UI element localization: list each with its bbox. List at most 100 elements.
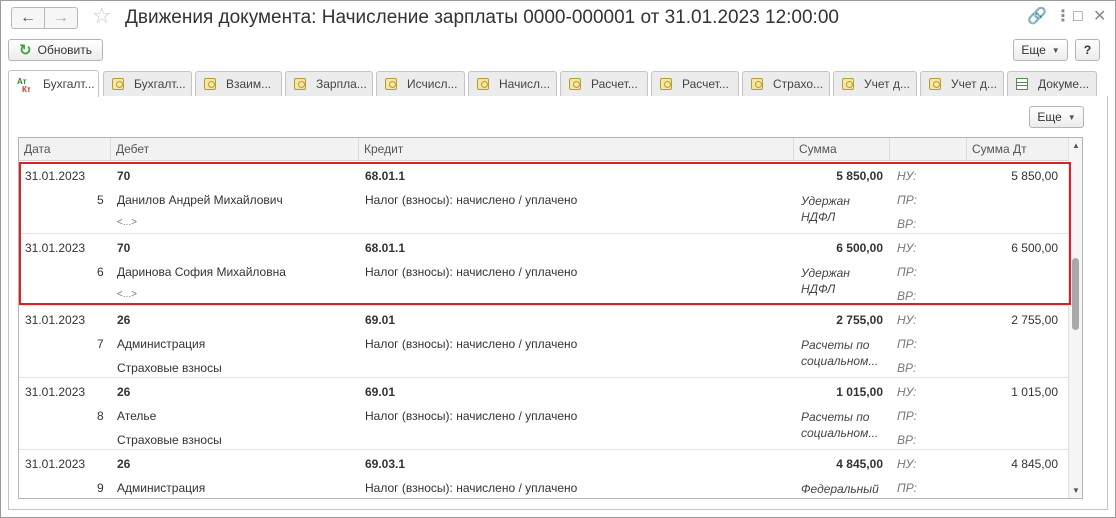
register-icon — [294, 78, 306, 90]
forward-button[interactable]: → — [44, 7, 78, 29]
credit-subconto-1: Налог (взносы): начислено / уплачено — [365, 193, 578, 207]
arrow-left-icon: ← — [20, 9, 36, 26]
row-number: 9 — [97, 481, 104, 495]
table-row[interactable]: 31.01.2023 6 70 Даринова София Михайловн… — [19, 234, 1069, 306]
grid-more-button[interactable]: Еще ▼ — [1029, 106, 1084, 128]
row-amount-dt: 5 850,00 — [1011, 169, 1058, 183]
tab-accruals[interactable]: Начисл... — [468, 71, 557, 96]
register-icon — [660, 78, 672, 90]
register-icon — [569, 78, 581, 90]
debit-account: 26 — [117, 385, 131, 399]
row-date: 31.01.2023 — [25, 457, 86, 471]
refresh-label: Обновить — [37, 43, 92, 57]
link-icon[interactable]: 🔗 — [1027, 8, 1047, 26]
refresh-button[interactable]: ↻ Обновить — [8, 39, 103, 61]
more-button[interactable]: Еще ▼ — [1013, 39, 1068, 61]
label-vr: ВР: — [897, 217, 917, 231]
row-number: 5 — [97, 193, 104, 207]
label-pr: ПР: — [897, 481, 917, 495]
window-title: Движения документа: Начисление зарплаты … — [125, 7, 839, 28]
more-label: Еще — [1037, 110, 1062, 124]
row-amount-dt: 6 500,00 — [1011, 241, 1058, 255]
credit-subconto-1: Налог (взносы): начислено / уплачено — [365, 481, 578, 495]
tab-accounting-main[interactable]: Ат Кт Бухгалт... — [8, 70, 99, 97]
help-label: ? — [1083, 43, 1092, 57]
table-row[interactable]: 31.01.2023 9 26 Администрация 69.03.1 На… — [19, 450, 1069, 498]
credit-account: 69.03.1 — [365, 457, 406, 471]
credit-account: 68.01.1 — [365, 241, 406, 255]
header-amount[interactable]: Сумма — [794, 138, 890, 161]
label-nu: НУ: — [897, 457, 917, 471]
credit-account: 69.01 — [365, 385, 396, 399]
title-bar: ← → ☆ Движения документа: Начисление зар… — [0, 0, 1114, 34]
header-amount-dt[interactable]: Сумма Дт — [967, 138, 1069, 161]
header-debit[interactable]: Дебет — [111, 138, 359, 161]
debit-subconto-1: Администрация — [117, 337, 206, 351]
tab-documents[interactable]: Докуме... — [1007, 71, 1097, 96]
label-pr: ПР: — [897, 193, 917, 207]
register-icon — [385, 78, 397, 90]
help-button[interactable]: ? — [1075, 39, 1100, 61]
table-row[interactable]: 31.01.2023 5 70 Данилов Андрей Михайлови… — [19, 162, 1069, 234]
tab-salary[interactable]: Зарпла... — [285, 71, 373, 96]
row-date: 31.01.2023 — [25, 385, 86, 399]
row-content: Расчеты по социальном... — [801, 338, 879, 368]
debit-subconto-1: Администрация — [117, 481, 206, 495]
table-row[interactable]: 31.01.2023 7 26 Администрация Страховые … — [19, 306, 1069, 378]
debit-account: 70 — [117, 241, 131, 255]
tab-payments-1[interactable]: Расчет... — [560, 71, 648, 96]
tab-income-2[interactable]: Учет д... — [920, 71, 1004, 96]
maximize-icon[interactable]: □ — [1073, 8, 1083, 26]
scroll-up-icon[interactable]: ▲ — [1072, 141, 1080, 150]
close-icon[interactable]: ✕ — [1093, 8, 1106, 26]
row-amount-dt: 1 015,00 — [1011, 385, 1058, 399]
tab-label: Бухгалт... — [43, 77, 95, 91]
tab-accounting-2[interactable]: Бухгалт... — [103, 71, 192, 96]
tab-calculated[interactable]: Исчисл... — [376, 71, 465, 96]
star-icon[interactable]: ☆ — [92, 4, 112, 28]
label-nu: НУ: — [897, 385, 917, 399]
debit-subconto-1: Данилов Андрей Михайлович — [117, 193, 283, 207]
tab-income-1[interactable]: Учет д... — [833, 71, 917, 96]
scroll-down-icon[interactable]: ▼ — [1072, 486, 1080, 495]
label-pr: ПР: — [897, 337, 917, 351]
label-vr: ВР: — [897, 289, 917, 303]
tab-label: Расчет... — [591, 77, 638, 91]
label-nu: НУ: — [897, 169, 917, 183]
label-vr: ВР: — [897, 433, 917, 447]
tab-label: Исчисл... — [407, 77, 458, 91]
tab-settlements[interactable]: Взаим... — [195, 71, 282, 96]
header-blank[interactable] — [890, 138, 967, 161]
tab-label: Страхо... — [773, 77, 824, 91]
row-number: 7 — [97, 337, 104, 351]
back-button[interactable]: ← — [11, 7, 45, 29]
row-content: Федеральный фонд ОМС — [801, 482, 879, 496]
table-icon — [1016, 78, 1028, 90]
row-amount: 5 850,00 — [836, 169, 883, 183]
register-icon — [477, 78, 489, 90]
row-amount: 4 845,00 — [836, 457, 883, 471]
scrollbar-thumb[interactable] — [1072, 258, 1079, 330]
tab-payments-2[interactable]: Расчет... — [651, 71, 739, 96]
vertical-scrollbar[interactable]: ▲ ▼ — [1068, 138, 1082, 498]
credit-account: 69.01 — [365, 313, 396, 327]
tab-label: Учет д... — [951, 77, 997, 91]
more-vertical-icon[interactable]: ⋮ — [1055, 8, 1071, 26]
label-nu: НУ: — [897, 313, 917, 327]
debit-subconto-2: <...> — [117, 217, 138, 228]
table-body: 31.01.2023 5 70 Данилов Андрей Михайлови… — [19, 162, 1069, 498]
arrow-right-icon: → — [53, 9, 69, 26]
debit-subconto-1: Даринова София Михайловна — [117, 265, 286, 279]
header-date[interactable]: Дата — [19, 138, 111, 161]
table-row[interactable]: 31.01.2023 8 26 Ателье Страховые взносы … — [19, 378, 1069, 450]
register-icon — [751, 78, 763, 90]
tab-label: Докуме... — [1038, 77, 1090, 91]
tab-insurance[interactable]: Страхо... — [742, 71, 830, 96]
header-credit[interactable]: Кредит — [359, 138, 794, 161]
register-tabs: Ат Кт Бухгалт... Бухгалт... Взаим... Зарп… — [8, 70, 1108, 97]
more-label: Еще — [1021, 43, 1046, 57]
row-amount: 2 755,00 — [836, 313, 883, 327]
postings-table: Дата Дебет Кредит Сумма Сумма Дт 31.01.2… — [18, 137, 1083, 499]
register-icon — [112, 78, 124, 90]
register-icon — [842, 78, 854, 90]
